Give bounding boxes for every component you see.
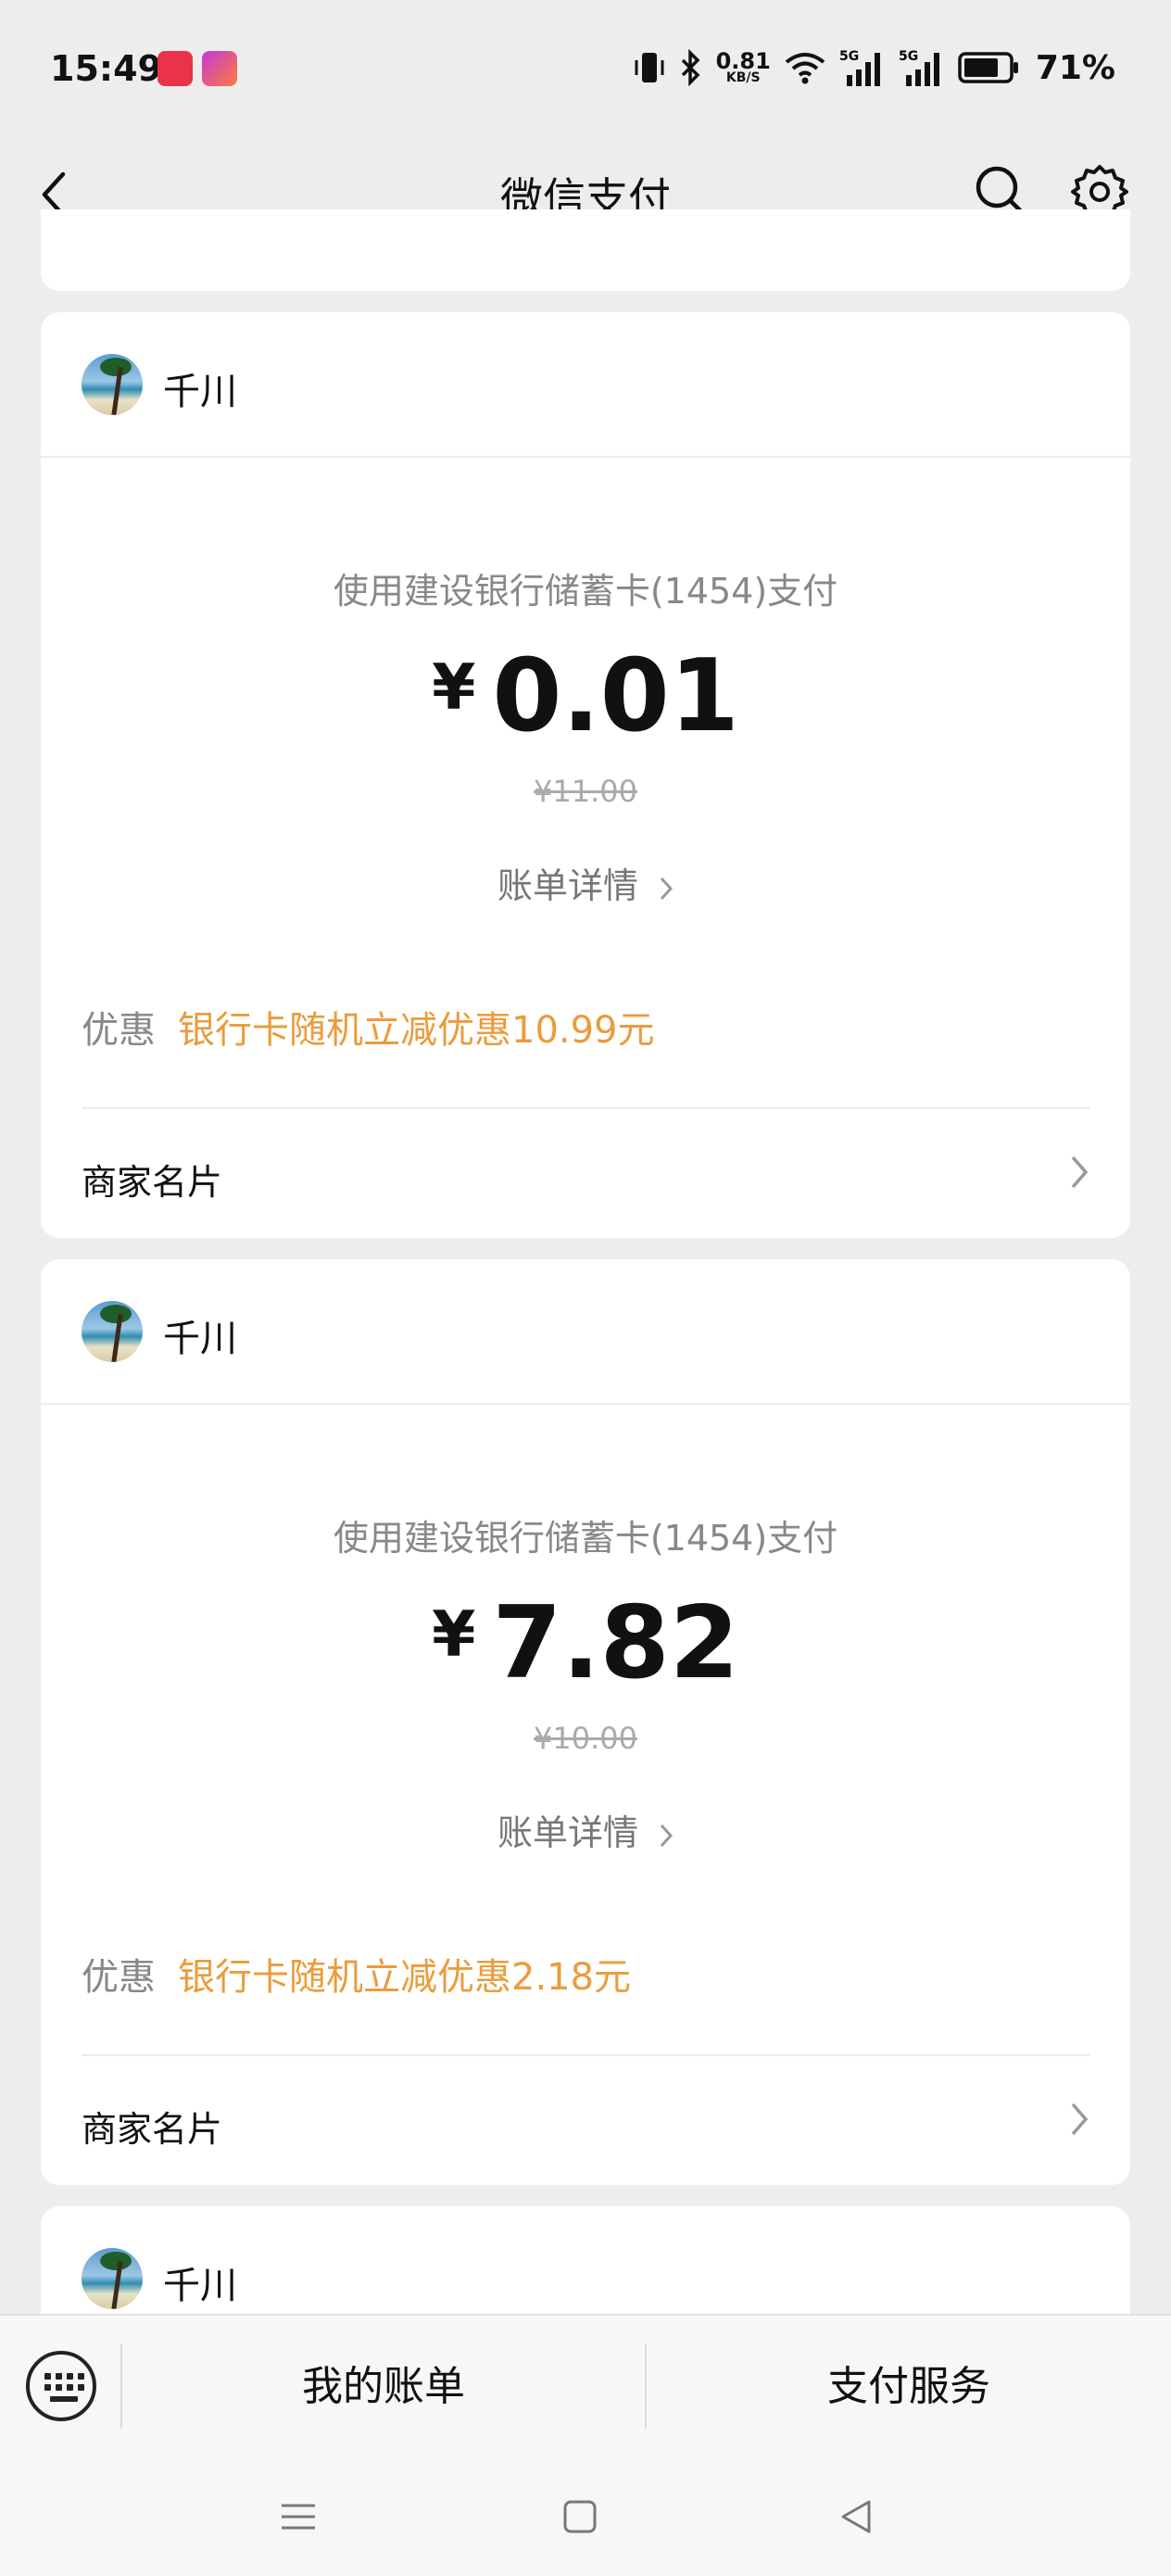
transaction-card: 千川 使用建设银行储蓄卡(1454)支付 ¥7.82 ¥10.00 账单详情 优… xyxy=(41,1259,1130,2185)
home-icon[interactable] xyxy=(561,2498,598,2535)
amount-value: 7.82 xyxy=(492,1585,739,1701)
svg-text:5G: 5G xyxy=(899,49,918,64)
merchant-avatar xyxy=(82,1301,143,1362)
discount-label: 优惠 xyxy=(82,1956,156,1999)
payment-method: 使用建设银行储蓄卡(1454)支付 xyxy=(333,571,838,612)
discount-value: 银行卡随机立减优惠10.99元 xyxy=(178,1009,655,1052)
chevron-right-icon xyxy=(660,1824,674,1847)
bill-detail-link[interactable]: 账单详情 xyxy=(41,857,1130,908)
menu-icon[interactable] xyxy=(280,2498,317,2535)
battery-percent: 71% xyxy=(1035,48,1115,87)
bill-detail-link[interactable]: 账单详情 xyxy=(41,1804,1130,1855)
system-nav-bar xyxy=(0,2456,1171,2576)
battery-icon xyxy=(958,52,1018,83)
signal-5g-icon: 5G xyxy=(839,49,880,86)
transaction-card-partial xyxy=(41,209,1130,291)
merchant-card-label: 商家名片 xyxy=(82,1162,223,1203)
original-price: ¥11.00 xyxy=(534,774,637,809)
bill-detail-label: 账单详情 xyxy=(497,1812,638,1853)
payment-amount: ¥0.01 xyxy=(41,646,1130,748)
network-speed: 0.81 KB/S xyxy=(715,48,771,85)
merchant-name: 千川 xyxy=(163,1318,237,1360)
bill-detail-label: 账单详情 xyxy=(497,865,638,906)
discount-row: 优惠 银行卡随机立减优惠2.18元 xyxy=(82,1947,631,2001)
discount-row: 优惠 银行卡随机立减优惠10.99元 xyxy=(82,1000,655,1054)
discount-label: 优惠 xyxy=(82,1009,156,1052)
payment-amount: ¥7.82 xyxy=(41,1593,1130,1695)
status-bar: 15:49 0.81 KB/S 5G 5G 71% xyxy=(0,0,1171,139)
original-price: ¥10.00 xyxy=(534,1721,637,1756)
chevron-right-icon xyxy=(1071,2102,1089,2136)
merchant-avatar xyxy=(82,2248,143,2309)
transaction-card: 千川 使用建设银行储蓄卡(1454)支付 ¥0.01 ¥11.00 账单详情 优… xyxy=(41,312,1130,1238)
signal-5g-icon: 5G xyxy=(899,49,939,86)
status-time: 15:49 xyxy=(50,48,162,89)
back-nav-icon[interactable] xyxy=(837,2498,875,2535)
merchant-card-label: 商家名片 xyxy=(82,2109,223,2150)
svg-text:5G: 5G xyxy=(839,49,859,64)
bluetooth-icon xyxy=(681,49,700,86)
payment-method: 使用建设银行储蓄卡(1454)支付 xyxy=(333,1518,838,1559)
pay-services-button[interactable]: 支付服务 xyxy=(647,2316,1171,2457)
currency-symbol: ¥ xyxy=(432,651,476,725)
merchant-card-link[interactable]: 商家名片 xyxy=(41,2056,1130,2185)
discount-value: 银行卡随机立减优惠2.18元 xyxy=(178,1956,632,1999)
bottom-menu: 我的账单 支付服务 xyxy=(0,2314,1171,2456)
wifi-icon xyxy=(785,53,825,84)
status-indicators: 0.81 KB/S 5G 5G 71% xyxy=(633,44,1115,91)
merchant-header[interactable]: 千川 xyxy=(41,1259,1130,1405)
my-bills-button[interactable]: 我的账单 xyxy=(122,2316,645,2457)
chevron-right-icon xyxy=(1071,1155,1089,1189)
chevron-right-icon xyxy=(660,877,674,900)
merchant-avatar xyxy=(82,354,143,415)
keyboard-icon[interactable] xyxy=(26,2351,96,2421)
merchant-header[interactable]: 千川 xyxy=(41,312,1130,458)
notification-app-icon xyxy=(202,51,237,86)
merchant-card-link[interactable]: 商家名片 xyxy=(41,1109,1130,1238)
merchant-name: 千川 xyxy=(163,371,237,413)
currency-symbol: ¥ xyxy=(432,1598,476,1672)
merchant-name: 千川 xyxy=(163,2265,237,2307)
notification-app-icon xyxy=(157,51,193,86)
amount-value: 0.01 xyxy=(492,638,739,754)
vibrate-icon xyxy=(635,53,664,82)
